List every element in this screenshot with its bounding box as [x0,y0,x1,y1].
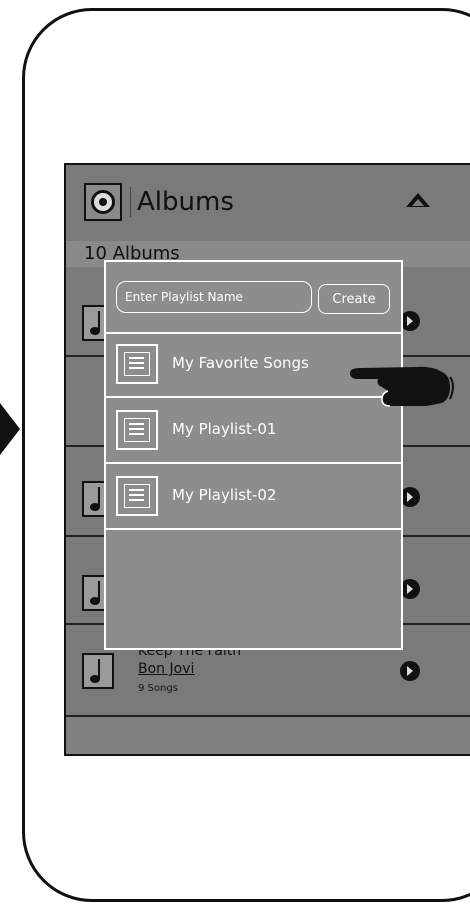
chevron-right-icon[interactable] [400,661,420,681]
chevron-right-icon[interactable] [400,311,420,331]
create-button[interactable]: Create [318,284,390,314]
page: Albums 10 Albums Keep The Faith Bon Jovi… [0,0,470,905]
playlist-label: My Favorite Songs [172,354,309,372]
chevron-right-icon[interactable] [400,487,420,507]
new-playlist-bar: Create [106,262,401,334]
album-song-count: 9 Songs [138,683,178,694]
playlist-icon [116,410,158,450]
bottom-bar [66,717,470,754]
playlist-icon [116,344,158,384]
pointer-arrow [0,403,20,455]
album-disc-icon [84,183,122,221]
playlist-name-input[interactable] [116,281,312,313]
collapse-chevron-up-icon[interactable] [406,193,430,207]
chevron-right-icon[interactable] [400,579,420,599]
page-title: Albums [130,187,234,217]
playlist-label: My Playlist-01 [172,420,277,438]
playlist-item[interactable]: My Playlist-02 [106,464,401,530]
albums-header: Albums [66,165,470,243]
pointing-hand-icon [350,366,454,407]
playlist-dialog: Create My Favorite Songs My Playlist [104,260,403,650]
playlist-label: My Playlist-02 [172,486,277,504]
album-artist: Bon Jovi [138,661,195,677]
playlist-icon [116,476,158,516]
music-note-icon [82,653,114,689]
